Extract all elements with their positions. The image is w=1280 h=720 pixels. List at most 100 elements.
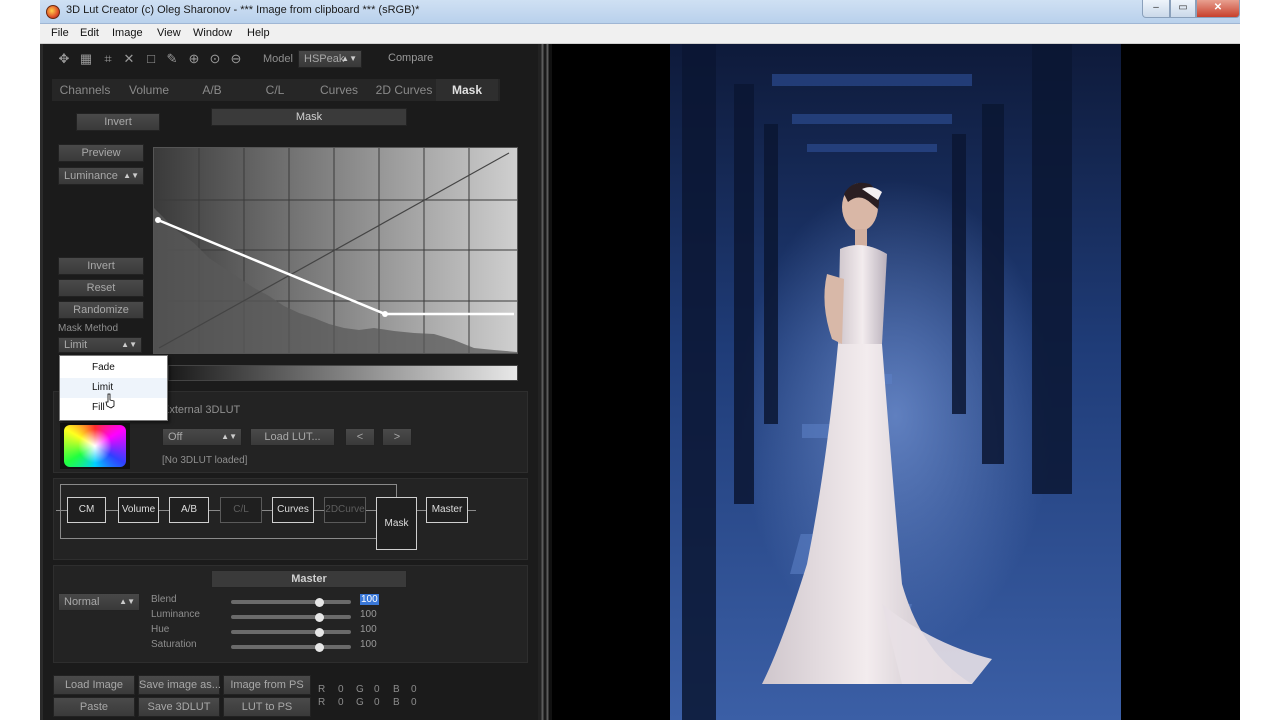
menu-file[interactable]: File bbox=[51, 27, 69, 39]
rgb-readout2-r-value: 0 bbox=[338, 697, 344, 708]
next-lut-button[interactable]: > bbox=[382, 428, 412, 446]
color-wheel bbox=[60, 423, 130, 469]
node-ab[interactable]: A/B bbox=[169, 497, 209, 523]
tab-curves[interactable]: Curves bbox=[308, 79, 370, 101]
mask-method-label: Mask Method bbox=[58, 323, 119, 334]
blend-label: Blend bbox=[151, 594, 177, 605]
mask-method-dropdown: Fade Limit Fill bbox=[59, 355, 168, 421]
external-lut-label: External 3DLUT bbox=[162, 404, 241, 416]
channel-value: Luminance bbox=[64, 170, 118, 182]
cross-icon[interactable]: ✕ bbox=[120, 50, 138, 68]
tab-volume[interactable]: Volume bbox=[118, 79, 180, 101]
luminance-label: Luminance bbox=[151, 609, 200, 620]
app-logo-icon bbox=[46, 5, 60, 19]
invert-button[interactable]: Invert bbox=[58, 257, 144, 275]
curve-point[interactable] bbox=[155, 217, 161, 223]
channel-select[interactable]: Luminance ▲▼ bbox=[58, 167, 144, 185]
zoom-in-icon[interactable]: ⊕ bbox=[185, 50, 203, 68]
blend-value[interactable]: 100 bbox=[360, 594, 379, 605]
select-arrow-icon: ▲▼ bbox=[119, 597, 135, 606]
window-title: 3D Lut Creator (c) Oleg Sharonov - *** I… bbox=[66, 4, 420, 16]
model-select[interactable]: HSPeak ▲▼ bbox=[298, 50, 362, 68]
maximize-button[interactable]: ▭ bbox=[1170, 0, 1196, 18]
lut-mode-select[interactable]: Off ▲▼ bbox=[162, 428, 242, 446]
rgb-readout2-b-label: B bbox=[393, 697, 400, 708]
image-from-ps-button[interactable]: Image from PS bbox=[223, 675, 311, 695]
blend-mode-value: Normal bbox=[64, 596, 100, 608]
hue-label: Hue bbox=[151, 624, 170, 635]
node-volume[interactable]: Volume bbox=[118, 497, 159, 523]
load-lut-button[interactable]: Load LUT... bbox=[250, 428, 335, 446]
select-arrow-icon: ▲▼ bbox=[221, 432, 237, 441]
minimize-button[interactable]: – bbox=[1142, 0, 1170, 18]
luminance-value[interactable]: 100 bbox=[360, 609, 377, 620]
zoom-out-icon[interactable]: ⊖ bbox=[227, 50, 245, 68]
node-cl[interactable]: C/L bbox=[220, 497, 262, 523]
saturation-value[interactable]: 100 bbox=[360, 639, 377, 650]
hue-slider[interactable] bbox=[231, 630, 351, 634]
invert-top-button[interactable]: Invert bbox=[76, 113, 160, 131]
blend-slider-knob[interactable] bbox=[314, 598, 324, 607]
blend-slider[interactable] bbox=[231, 600, 351, 604]
select-arrow-icon: ▲▼ bbox=[123, 171, 139, 180]
curve-point[interactable] bbox=[382, 311, 388, 317]
node-cm[interactable]: CM bbox=[67, 497, 106, 523]
pipeline-wire bbox=[396, 484, 397, 497]
menu-window[interactable]: Window bbox=[193, 27, 232, 39]
blend-mode-select[interactable]: Normal ▲▼ bbox=[58, 593, 140, 611]
grid-icon[interactable]: ▦ bbox=[77, 50, 95, 68]
mask-header: Mask bbox=[211, 108, 407, 126]
select-icon[interactable]: □ bbox=[142, 50, 160, 68]
curve-graph[interactable] bbox=[154, 148, 517, 353]
rgb-readout2-g-value: 0 bbox=[374, 697, 380, 708]
tab-cl[interactable]: C/L bbox=[244, 79, 306, 101]
paste-button[interactable]: Paste bbox=[53, 697, 135, 717]
tab-channels[interactable]: Channels bbox=[54, 79, 116, 101]
option-fade[interactable]: Fade bbox=[60, 358, 167, 378]
saturation-slider-knob[interactable] bbox=[314, 643, 324, 652]
model-value: HSPeak bbox=[304, 53, 345, 65]
mask-method-select[interactable]: Limit ▲▼ bbox=[58, 337, 142, 353]
panel-splitter[interactable] bbox=[538, 44, 552, 720]
hue-value[interactable]: 100 bbox=[360, 624, 377, 635]
randomize-button[interactable]: Randomize bbox=[58, 301, 144, 319]
close-button[interactable]: ✕ bbox=[1196, 0, 1240, 18]
lut-mode-value: Off bbox=[168, 431, 183, 443]
lut-to-ps-button[interactable]: LUT to PS bbox=[223, 697, 311, 717]
compare-button[interactable]: Compare bbox=[388, 52, 433, 64]
reset-button[interactable]: Reset bbox=[58, 279, 144, 297]
hue-slider-knob[interactable] bbox=[314, 628, 324, 637]
luminance-slider-knob[interactable] bbox=[314, 613, 324, 622]
preview-button[interactable]: Preview bbox=[58, 144, 144, 162]
menu-view[interactable]: View bbox=[157, 27, 181, 39]
menu-image[interactable]: Image bbox=[112, 27, 143, 39]
rgb-readout-r-label: R bbox=[318, 684, 326, 695]
mask-curve-editor[interactable] bbox=[153, 147, 518, 354]
menu-edit[interactable]: Edit bbox=[80, 27, 99, 39]
save-image-button[interactable]: Save image as... bbox=[138, 675, 221, 695]
tab-ab[interactable]: A/B bbox=[182, 79, 242, 101]
rgb-readout-b-label: B bbox=[393, 684, 400, 695]
image-viewer[interactable] bbox=[552, 44, 1240, 720]
node-mask[interactable]: Mask bbox=[376, 497, 417, 550]
tab-2d-curves[interactable]: 2D Curves bbox=[372, 79, 436, 101]
node-curves[interactable]: Curves bbox=[272, 497, 314, 523]
save-3dlut-button[interactable]: Save 3DLUT bbox=[138, 697, 220, 717]
rgb-readout2-r-label: R bbox=[318, 697, 326, 708]
load-image-button[interactable]: Load Image bbox=[53, 675, 135, 695]
move-icon[interactable]: ✥ bbox=[55, 50, 73, 68]
saturation-slider[interactable] bbox=[231, 645, 351, 649]
menu-help[interactable]: Help bbox=[247, 27, 270, 39]
luminance-slider[interactable] bbox=[231, 615, 351, 619]
prev-lut-button[interactable]: < bbox=[345, 428, 375, 446]
rgb-readout-b-value: 0 bbox=[411, 684, 417, 695]
zoom-fit-icon[interactable]: ⊙ bbox=[206, 50, 224, 68]
pipeline-wire bbox=[60, 538, 376, 539]
node-2dcurve[interactable]: 2DCurve bbox=[324, 497, 366, 523]
tab-mask[interactable]: Mask bbox=[436, 79, 498, 101]
node-master[interactable]: Master bbox=[426, 497, 468, 523]
rgb-readout2-g-label: G bbox=[356, 697, 364, 708]
crop-icon[interactable]: ⌗ bbox=[99, 50, 117, 68]
eyedropper-icon[interactable]: ✎ bbox=[163, 50, 181, 68]
luminance-gradient-bar bbox=[168, 365, 518, 381]
